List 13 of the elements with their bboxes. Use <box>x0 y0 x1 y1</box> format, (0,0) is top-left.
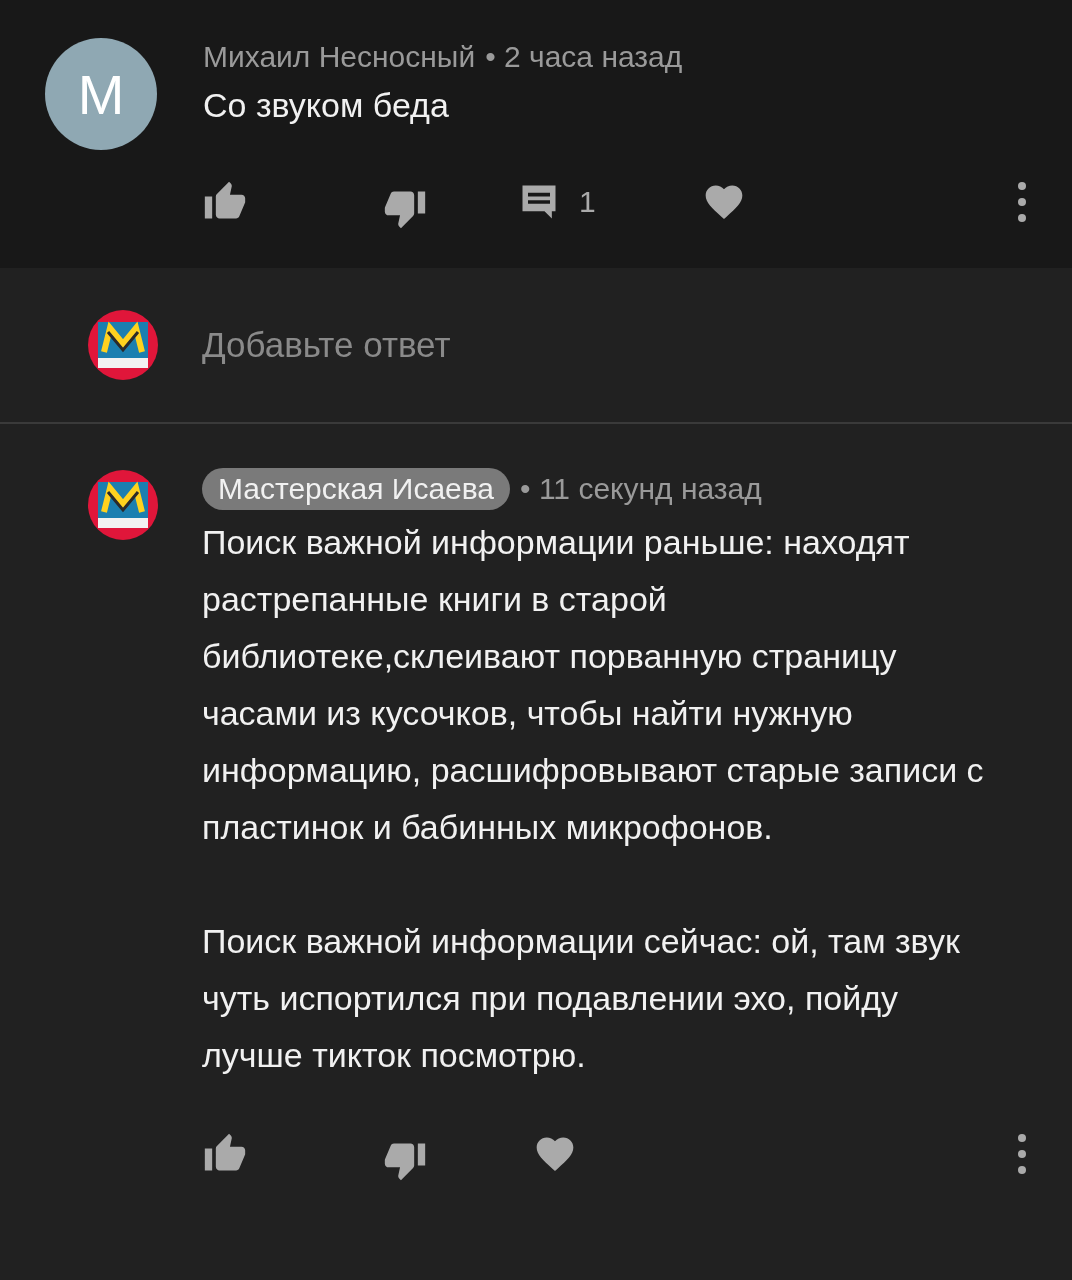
channel-avatar[interactable] <box>88 470 158 540</box>
comment-paragraph: Поиск важной информации сейчас: ой, там звук чуть испортился при подавлении эхо, пойду лучше тикток посмотрю. <box>202 921 961 1076</box>
comment-paragraph: Поиск важной информации раньше: находят растрепанные книги в старой библиотеке,склеивают порванную страницу часами из кусочков, чтобы найти нужную информацию, расшифровывают старые записи с пластинок и бабинных микрофонов. <box>202 522 985 848</box>
comment-text: Со звуком беда <box>203 86 450 125</box>
comment-time: • 11 секунд назад <box>520 472 762 506</box>
comment-time: • 2 часа назад <box>485 40 683 74</box>
more-icon[interactable] <box>1017 182 1027 222</box>
channel-avatar <box>88 310 158 380</box>
reply-input-field[interactable]: Добавьте ответ <box>202 325 802 365</box>
author-name[interactable]: Михаил Несносный <box>203 40 476 74</box>
more-icon[interactable] <box>1017 1134 1027 1174</box>
author-badge[interactable]: Мастерская Исаева <box>202 468 511 510</box>
replies-button[interactable]: 1 <box>517 180 596 224</box>
